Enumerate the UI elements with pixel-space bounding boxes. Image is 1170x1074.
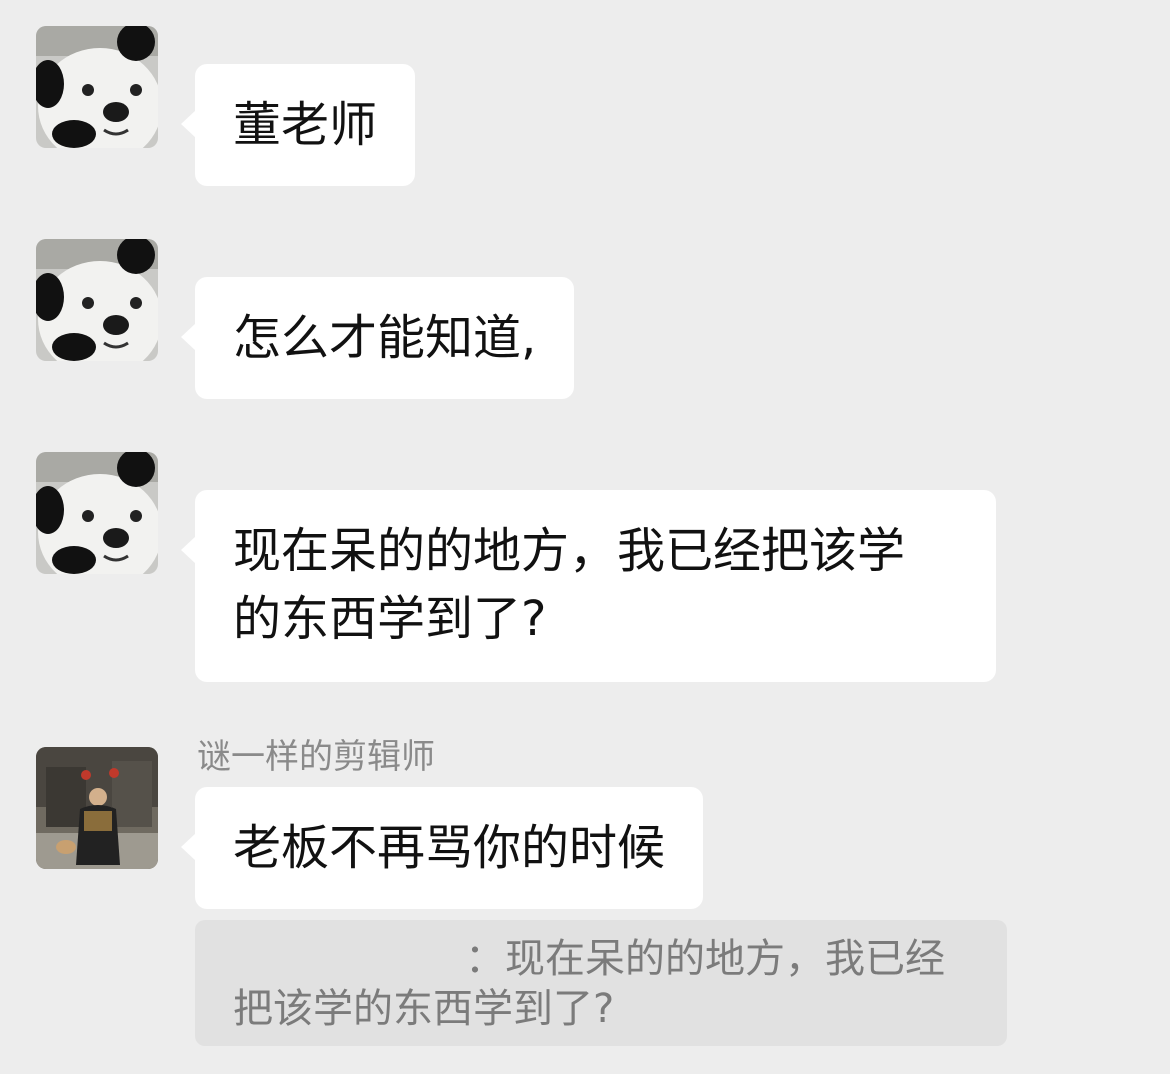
message-text-line: 的东西学到了? xyxy=(233,591,547,647)
quote-line: 把该学的东西学到了? xyxy=(233,986,615,1032)
sender-name: 谜一样的剪辑师 xyxy=(197,737,435,777)
message-text: 老板不再骂你的时候 xyxy=(233,820,666,876)
quoted-message[interactable]: ：现在呆的的地方，我已经 把该学的东西学到了? xyxy=(195,920,1007,1046)
message-bubble[interactable]: 怎么才能知道, xyxy=(180,277,575,399)
quote-text: ：现在呆的的地方，我已经 xyxy=(465,936,945,982)
message-text: 董老师 xyxy=(233,97,378,153)
panda-dog-avatar[interactable] xyxy=(36,452,158,574)
quote-line: ：现在呆的的地方，我已经 xyxy=(233,934,969,984)
panda-dog-avatar[interactable] xyxy=(36,239,158,361)
message-bubble[interactable]: 董老师 xyxy=(180,64,416,186)
message-text-line: 现在呆的的地方，我已经把该学 xyxy=(233,523,906,579)
panda-dog-avatar[interactable] xyxy=(36,26,158,148)
message-bubble[interactable]: 现在呆的的地方，我已经把该学 的东西学到了? xyxy=(181,490,996,682)
person-photo-avatar[interactable] xyxy=(36,747,158,869)
message-bubble[interactable]: 老板不再骂你的时候 xyxy=(180,787,704,909)
message-text: 怎么才能知道, xyxy=(233,310,537,366)
